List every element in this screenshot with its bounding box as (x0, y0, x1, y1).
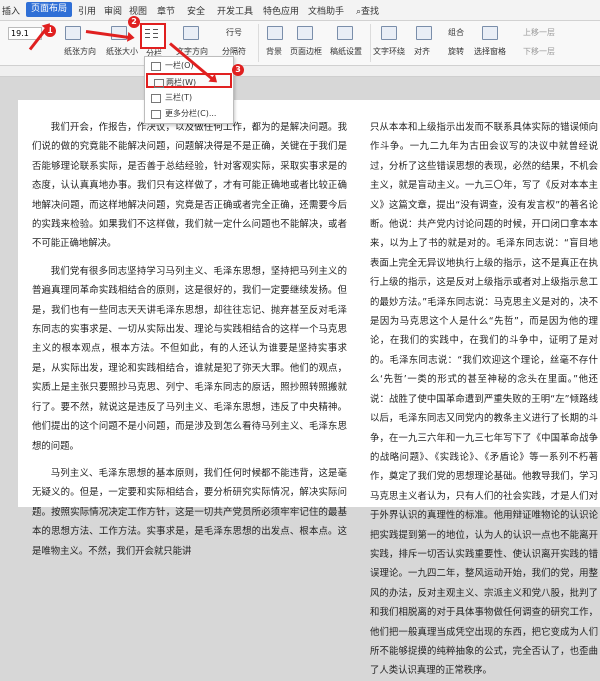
right-column: 只从本本和上级指示出发而不联系具体实际的错误倾向作斗争。一九二九年为古田会议写的… (370, 118, 598, 681)
page-border-icon (297, 26, 313, 40)
group-button[interactable]: 组合 (448, 27, 464, 38)
up-layer-button[interactable]: 上移一层 (523, 27, 555, 38)
tab-chapter[interactable]: 章节 (157, 4, 175, 17)
ribbon-toolbar: 19.1 纸张方向 纸张大小 分栏 文字方向 行号 分隔符 背景 页面边框 稿纸… (0, 21, 600, 66)
ribbon-tabs: 插入 页面布局 引用 审阅 视图 章节 安全 开发工具 特色应用 文档助手 ⌕查… (0, 0, 600, 21)
select-pane-button[interactable]: 选择窗格 (474, 46, 506, 57)
menu-item-three-columns[interactable]: 三栏(T) (145, 90, 233, 105)
tab-security[interactable]: 安全 (187, 4, 205, 17)
text-direction-icon (183, 26, 199, 40)
tab-search[interactable]: ⌕查找 (356, 4, 379, 17)
one-column-icon (151, 62, 161, 71)
align-icon (416, 26, 432, 40)
left-column: 我们开会，作报告，作决议，以及做任何工作，都为的是解决问题。我们说的做的究竟能不… (32, 118, 347, 561)
paragraph: 我们开会，作报告，作决议，以及做任何工作，都为的是解决问题。我们说的做的究竟能不… (32, 122, 347, 250)
columns-dropdown: 一栏(O) 两栏(W) 三栏(T) 更多分栏(C)... (144, 56, 234, 124)
paragraph: 马列主义、毛泽东思想的基本原则，我们任何时候都不能违背，这是毫无疑义的。但是，一… (32, 467, 347, 557)
tab-page-layout[interactable]: 页面布局 (26, 2, 73, 17)
align-button[interactable]: 对齐 (414, 46, 430, 57)
paragraph: 只从本本和上级指示出发而不联系具体实际的错误倾向作斗争。一九二九年为古田会议写的… (370, 122, 598, 677)
paper-direction-button[interactable]: 纸张方向 (64, 46, 96, 57)
tab-special[interactable]: 特色应用 (263, 4, 299, 17)
more-columns-icon (151, 110, 161, 119)
toolbar-divider (370, 24, 371, 62)
tab-view[interactable]: 视图 (129, 4, 147, 17)
text-wrap-icon (381, 26, 397, 40)
rotate-button[interactable]: 旋转 (448, 46, 464, 57)
background-button[interactable]: 背景 (266, 46, 282, 57)
select-pane-icon (482, 26, 498, 40)
paper-direction-icon (65, 26, 81, 40)
tab-developer[interactable]: 开发工具 (217, 4, 253, 17)
columns-button[interactable] (140, 23, 166, 49)
step-badge-2: 2 (128, 16, 140, 28)
paragraph: 我们党有很多同志坚持学习马列主义、毛泽东思想，坚持把马列主义的普遍真理同革命实践… (32, 265, 347, 452)
three-columns-icon (151, 94, 161, 103)
step-badge-3: 3 (232, 64, 244, 76)
document-page[interactable]: 我们开会，作报告，作决议，以及做任何工作，都为的是解决问题。我们说的做的究竟能不… (18, 100, 600, 676)
text-wrap-button[interactable]: 文字环绕 (373, 46, 405, 57)
paper-size-button[interactable]: 纸张大小 (106, 46, 138, 57)
page-border-button[interactable]: 页面边框 (290, 46, 322, 57)
background-icon (267, 26, 283, 40)
tab-references[interactable]: 引用 (78, 4, 96, 17)
menu-item-two-columns[interactable]: 两栏(W) (146, 73, 232, 88)
tab-doc-helper[interactable]: 文档助手 (308, 4, 344, 17)
draft-paper-icon (337, 26, 353, 40)
menu-item-more-columns[interactable]: 更多分栏(C)... (145, 106, 233, 121)
down-layer-button[interactable]: 下移一层 (523, 46, 555, 57)
toolbar-divider (258, 24, 259, 62)
tab-insert[interactable]: 插入 (2, 4, 20, 17)
tab-review[interactable]: 审阅 (104, 4, 122, 17)
row-number-button[interactable]: 行号 (226, 27, 242, 38)
draft-settings-button[interactable]: 稿纸设置 (330, 46, 362, 57)
ruler[interactable] (0, 66, 600, 77)
two-columns-icon (154, 79, 164, 88)
